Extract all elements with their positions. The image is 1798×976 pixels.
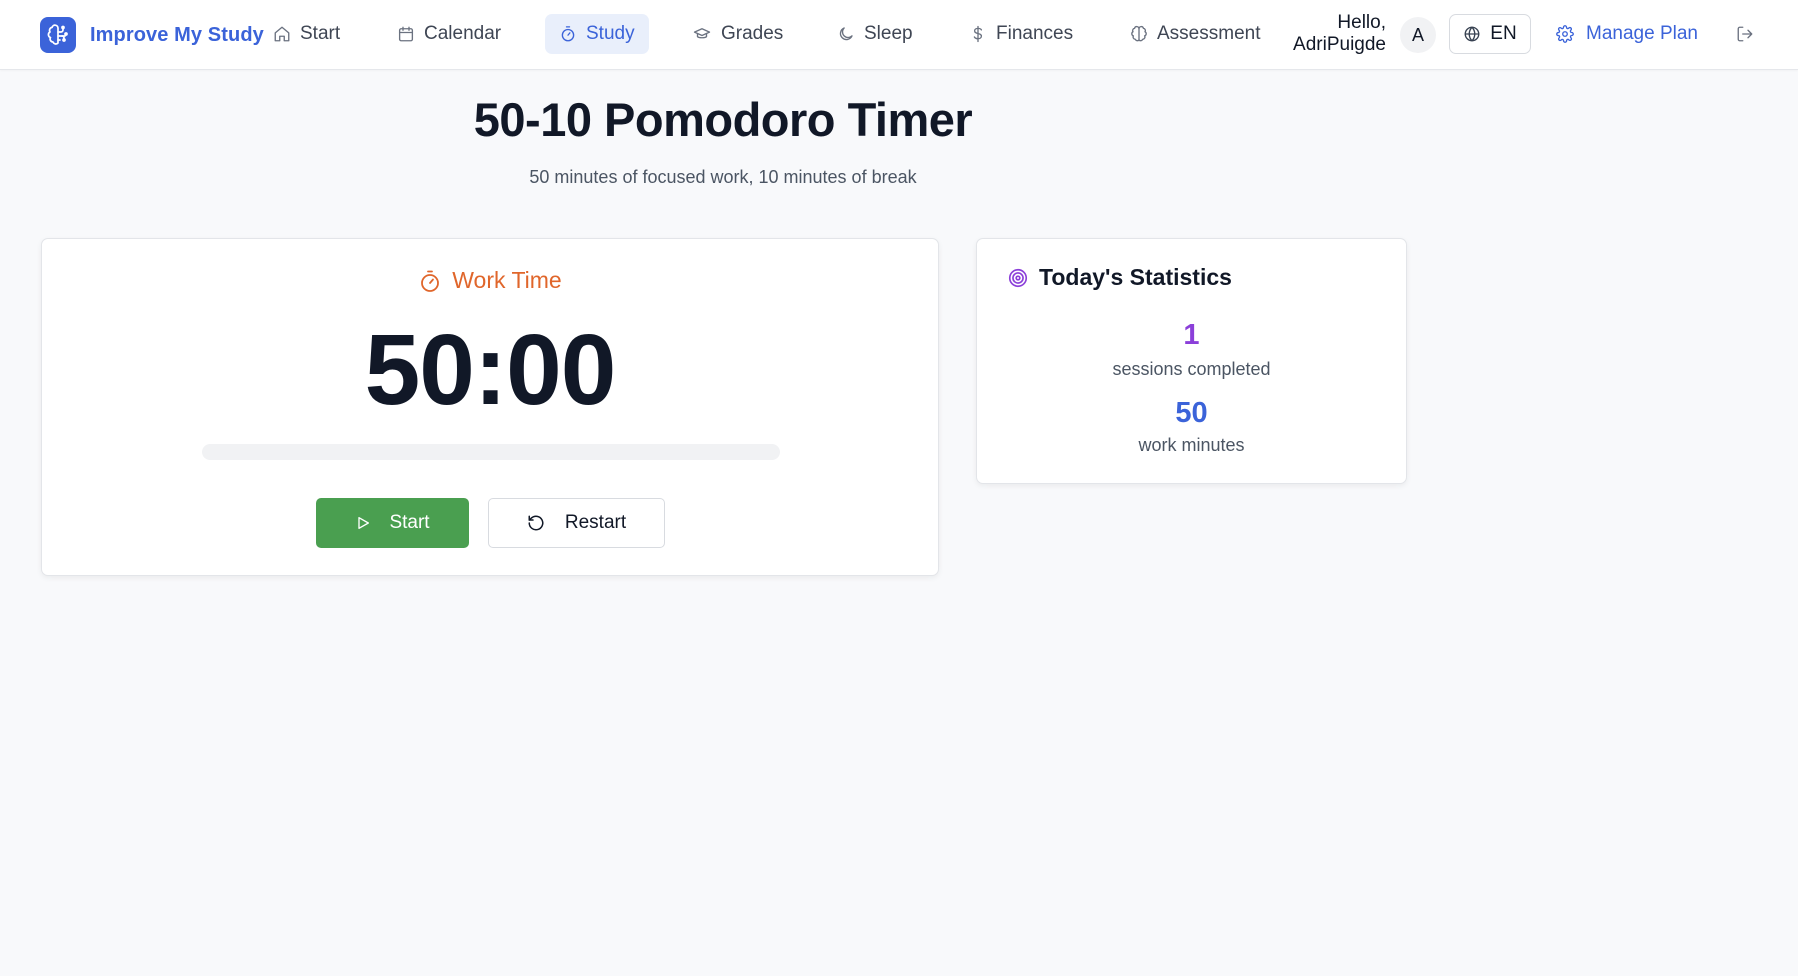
user-greeting: Hello, AdriPuigde [1280, 12, 1386, 56]
dollar-icon [973, 25, 983, 43]
nav-item-label: Assessment [1157, 23, 1261, 44]
nav-item-calendar[interactable]: Calendar [383, 14, 515, 54]
avatar[interactable]: A [1400, 17, 1436, 53]
sessions-label: sessions completed [1112, 359, 1271, 379]
timer-mode-text: Work Time [452, 267, 562, 293]
timer-display: 50:00 [364, 314, 617, 426]
home-icon [274, 26, 290, 42]
manage-plan-link[interactable]: Manage Plan [1556, 14, 1698, 54]
statistics-title: Today's Statistics [1039, 264, 1232, 290]
work-minutes-count: 50 [1175, 397, 1208, 429]
page-title: 50-10 Pomodoro Timer [473, 93, 973, 146]
restart-icon [528, 515, 544, 531]
start-button-label: Start [389, 512, 430, 533]
nav-item-finances[interactable]: Finances [955, 14, 1087, 54]
page-subtitle: 50 minutes of focused work, 10 minutes o… [529, 167, 917, 187]
timer-icon [561, 26, 575, 42]
brand-name: Improve My Study [90, 23, 264, 46]
username: AdriPuigde [1293, 34, 1386, 55]
brain-icon [1131, 25, 1147, 42]
play-icon [358, 517, 370, 529]
restart-button-label: Restart [564, 512, 627, 533]
nav-item-label: Calendar [424, 23, 502, 44]
sessions-count: 1 [1183, 319, 1200, 351]
language-selector[interactable]: EN [1449, 14, 1531, 54]
nav-item-label: Study [586, 23, 635, 44]
timer-mode-label: Work Time [42, 267, 938, 294]
nav-item-start[interactable]: Start [259, 14, 354, 54]
stopwatch-icon [421, 270, 440, 292]
restart-button[interactable]: Restart [488, 498, 665, 548]
work-minutes-label: work minutes [1138, 435, 1245, 455]
nav-item-study[interactable]: Study [545, 14, 649, 54]
greeting-line: Hello, [1337, 12, 1386, 33]
nav-item-label: Sleep [864, 23, 913, 44]
nav-item-grades[interactable]: Grades [678, 14, 797, 54]
moon-icon [839, 27, 853, 41]
statistics-header: Today's Statistics [1007, 264, 1232, 291]
brand[interactable]: Improve My Study [40, 17, 264, 53]
nav-item-label: Grades [721, 23, 784, 44]
start-button[interactable]: Start [316, 498, 469, 548]
calendar-icon [398, 26, 414, 42]
nav-item-sleep[interactable]: Sleep [823, 14, 927, 54]
logout-button[interactable] [1736, 25, 1756, 45]
graduation-cap-icon [693, 28, 711, 39]
timer-card: Work Time 50:00 Start Restart [41, 238, 939, 576]
nav-item-label: Start [300, 23, 341, 44]
brain-icon [40, 17, 76, 53]
gear-icon [1556, 25, 1574, 43]
globe-icon [1464, 26, 1480, 42]
top-navigation-bar: Improve My Study Start Calendar Study Gr… [0, 0, 1798, 70]
nav-item-label: Finances [996, 23, 1074, 44]
timer-progress-bar [202, 444, 780, 460]
statistics-card: Today's Statistics 1 sessions completed … [976, 238, 1407, 484]
nav-item-assessment[interactable]: Assessment [1116, 14, 1274, 54]
target-icon [1008, 268, 1028, 287]
manage-plan-label: Manage Plan [1586, 23, 1698, 44]
language-code: EN [1490, 23, 1517, 44]
logout-icon [1737, 26, 1753, 42]
